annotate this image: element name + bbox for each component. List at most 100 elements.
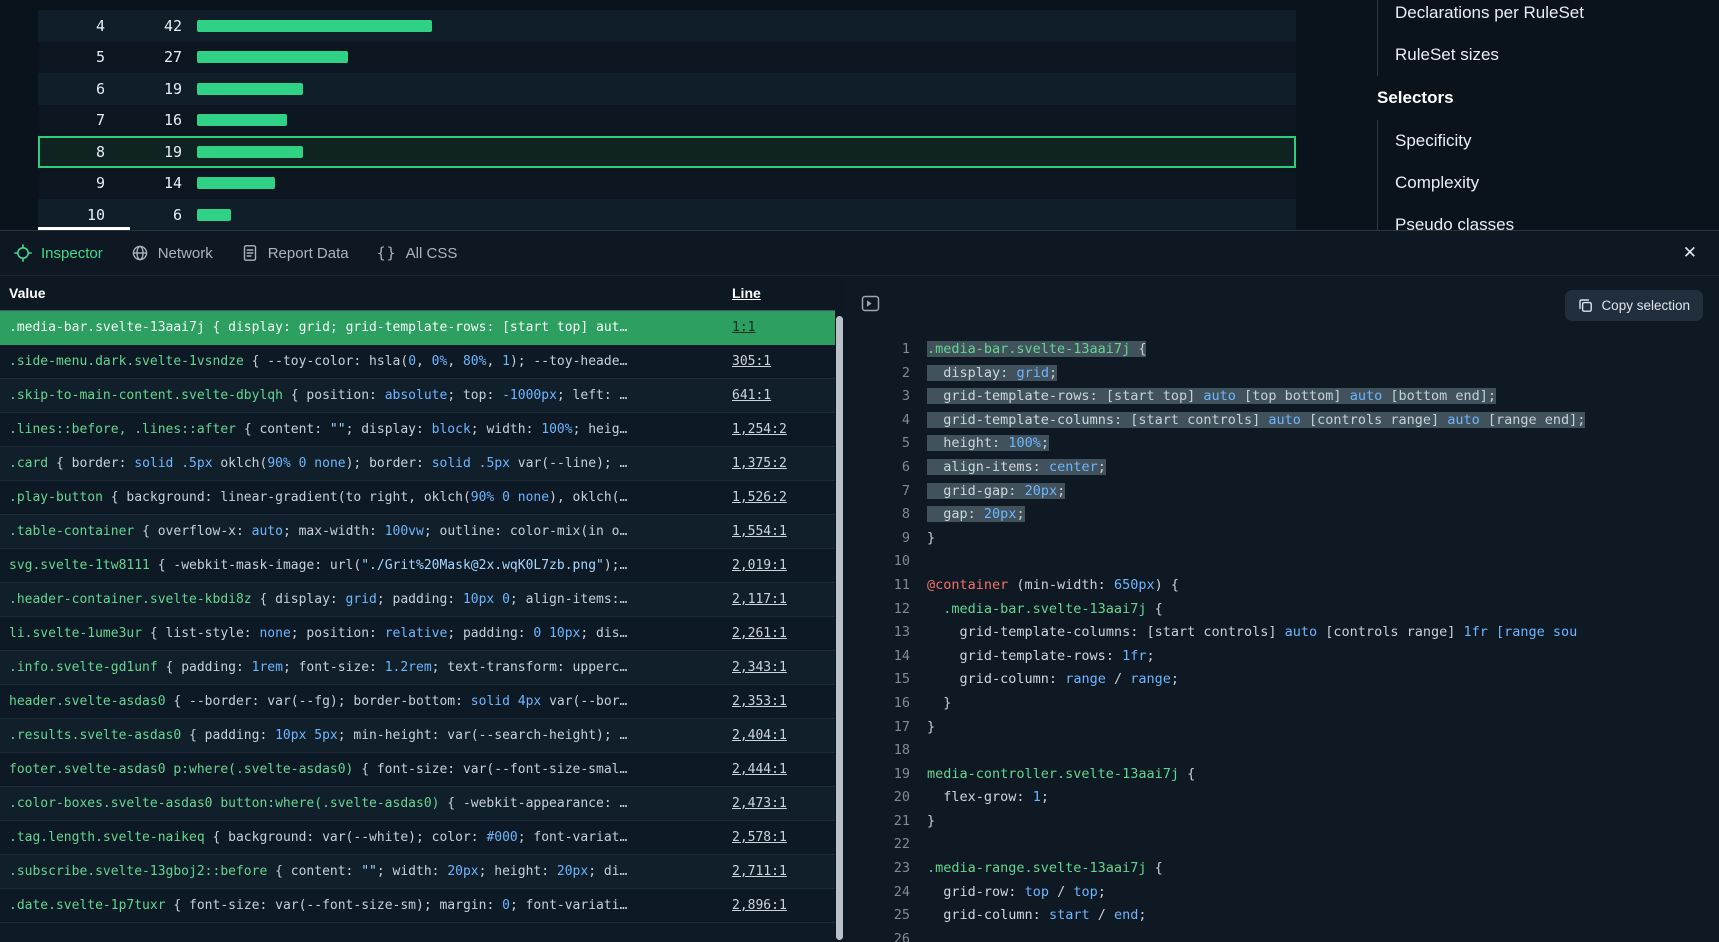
code-text: grid-template-rows: 1fr;: [927, 645, 1719, 669]
chart-bar-track: [182, 20, 1296, 32]
chart-bar: [197, 146, 303, 158]
line-link[interactable]: 2,896:1: [732, 898, 787, 913]
tab-report-data[interactable]: Report Data: [241, 244, 349, 262]
code-lines[interactable]: 1.media-bar.svelte-13aai7j {2 display: g…: [844, 334, 1719, 942]
table-row[interactable]: .lines::before, .lines::after { content:…: [0, 413, 835, 447]
table-row[interactable]: .header-container.svelte-kbdi8z { displa…: [0, 583, 835, 617]
line-link[interactable]: 2,019:1: [732, 558, 787, 573]
table-row[interactable]: .tag.length.svelte-naikeq { background: …: [0, 821, 835, 855]
sidebar-item-declarations-per-ruleset[interactable]: Declarations per RuleSet: [1378, 0, 1697, 34]
code-line: 2 display: grid;: [844, 362, 1719, 386]
chart-row-rank: 4: [38, 17, 105, 35]
line-link[interactable]: 2,578:1: [732, 830, 787, 845]
line-number: 17: [844, 716, 927, 740]
table-row[interactable]: .card { border: solid .5px oklch(90% 0 n…: [0, 447, 835, 481]
table-row[interactable]: .side-menu.dark.svelte-1vsndze { --toy-c…: [0, 345, 835, 379]
chart-row[interactable]: 619: [38, 73, 1296, 105]
close-drawer-button[interactable]: ✕: [1675, 243, 1705, 263]
chart-row[interactable]: 527: [38, 42, 1296, 74]
table-row[interactable]: .results.svelte-asdas0 { padding: 10px 5…: [0, 719, 835, 753]
chart-row-rank: 8: [38, 143, 105, 161]
table-row[interactable]: .play-button { background: linear-gradie…: [0, 481, 835, 515]
code-line: 12 .media-bar.svelte-13aai7j {: [844, 598, 1719, 622]
line-link[interactable]: 2,711:1: [732, 864, 787, 879]
line-link[interactable]: 2,404:1: [732, 728, 787, 743]
chart-row[interactable]: 716: [38, 105, 1296, 137]
css-rule-text: .tag.length.svelte-naikeq { background: …: [0, 830, 723, 845]
code-text: .media-bar.svelte-13aai7j {: [927, 338, 1719, 362]
sidebar-item-complexity[interactable]: Complexity: [1378, 162, 1697, 204]
line-link[interactable]: 2,343:1: [732, 660, 787, 675]
line-link[interactable]: 2,473:1: [732, 796, 787, 811]
tab-network[interactable]: Network: [131, 244, 213, 262]
line-link[interactable]: 2,117:1: [732, 592, 787, 607]
line-cell: 2,343:1: [723, 660, 835, 675]
table-row[interactable]: li.svelte-1ume3ur { list-style: none; po…: [0, 617, 835, 651]
sidebar-item-pseudo-classes[interactable]: Pseudo classes: [1378, 204, 1697, 230]
line-number: 16: [844, 692, 927, 716]
chart-row[interactable]: 914: [38, 168, 1296, 200]
line-link[interactable]: 1:1: [732, 320, 755, 335]
code-text: gap: 20px;: [927, 503, 1719, 527]
table-row[interactable]: .table-container { overflow-x: auto; max…: [0, 515, 835, 549]
line-number: 25: [844, 904, 927, 928]
line-number: 10: [844, 550, 927, 574]
code-text: .media-bar.svelte-13aai7j {: [927, 598, 1719, 622]
sidebar-item-ruleset-sizes[interactable]: RuleSet sizes: [1378, 34, 1697, 76]
column-header-line[interactable]: Line: [723, 285, 835, 301]
line-cell: 2,711:1: [723, 864, 835, 879]
scrollbar-thumb[interactable]: [836, 316, 843, 940]
line-cell: 1:1: [723, 320, 835, 335]
chart-row[interactable]: 442: [38, 10, 1296, 42]
code-line: 7 grid-gap: 20px;: [844, 480, 1719, 504]
chart-row-count: 16: [105, 111, 182, 129]
line-link[interactable]: 1,554:1: [732, 524, 787, 539]
code-text: [927, 739, 1719, 763]
code-toolbar: Copy selection: [844, 276, 1719, 334]
line-number: 9: [844, 527, 927, 551]
table-row[interactable]: header.svelte-asdas0 { --border: var(--f…: [0, 685, 835, 719]
table-scrollbar[interactable]: [835, 276, 844, 942]
tab-inspector[interactable]: Inspector: [14, 244, 103, 262]
code-text: grid-row: top / top;: [927, 881, 1719, 905]
table-row[interactable]: .color-boxes.svelte-asdas0 button:where(…: [0, 787, 835, 821]
line-number: 11: [844, 574, 927, 598]
copy-icon: [1578, 298, 1593, 313]
sidebar-item-specificity[interactable]: Specificity: [1378, 120, 1697, 162]
table-row[interactable]: footer.svelte-asdas0 p:where(.svelte-asd…: [0, 753, 835, 787]
sidebar-section-selectors[interactable]: Selectors: [1377, 76, 1697, 120]
line-link[interactable]: 2,261:1: [732, 626, 787, 641]
chart-bar: [197, 209, 231, 221]
copy-selection-button[interactable]: Copy selection: [1565, 290, 1703, 321]
tab-all-css[interactable]: {} All CSS: [377, 244, 458, 262]
line-link[interactable]: 1,375:2: [732, 456, 787, 471]
chart-row[interactable]: 819: [38, 136, 1296, 168]
table-row[interactable]: .info.svelte-gd1unf { padding: 1rem; fon…: [0, 651, 835, 685]
chart-bar-track: [182, 83, 1296, 95]
code-text: .media-range.svelte-13aai7j {: [927, 857, 1719, 881]
css-rule-text: li.svelte-1ume3ur { list-style: none; po…: [0, 626, 723, 641]
line-number: 18: [844, 739, 927, 763]
line-link[interactable]: 1,254:2: [732, 422, 787, 437]
line-link[interactable]: 641:1: [732, 388, 771, 403]
line-number: 1: [844, 338, 927, 362]
line-link[interactable]: 305:1: [732, 354, 771, 369]
table-row[interactable]: svg.svelte-1tw8111 { -webkit-mask-image:…: [0, 549, 835, 583]
panel-toggle-button[interactable]: [860, 293, 881, 317]
table-row[interactable]: .date.svelte-1p7tuxr { font-size: var(--…: [0, 889, 835, 923]
css-rule-text: .media-bar.svelte-13aai7j { display: gri…: [0, 320, 723, 335]
line-link[interactable]: 2,353:1: [732, 694, 787, 709]
line-link[interactable]: 1,526:2: [732, 490, 787, 505]
chart-row[interactable]: 106: [38, 199, 1296, 230]
line-link[interactable]: 2,444:1: [732, 762, 787, 777]
inspector-drawer: Inspector Network: [0, 230, 1719, 942]
line-number: 6: [844, 456, 927, 480]
chart-row-count: 27: [105, 48, 182, 66]
line-cell: 305:1: [723, 354, 835, 369]
line-cell: 2,444:1: [723, 762, 835, 777]
table-row[interactable]: .skip-to-main-content.svelte-dbylqh { po…: [0, 379, 835, 413]
chart-row-rank: 7: [38, 111, 105, 129]
css-rule-text: .subscribe.svelte-13gboj2::before { cont…: [0, 864, 723, 879]
table-row[interactable]: .media-bar.svelte-13aai7j { display: gri…: [0, 311, 835, 345]
table-row[interactable]: .subscribe.svelte-13gboj2::before { cont…: [0, 855, 835, 889]
